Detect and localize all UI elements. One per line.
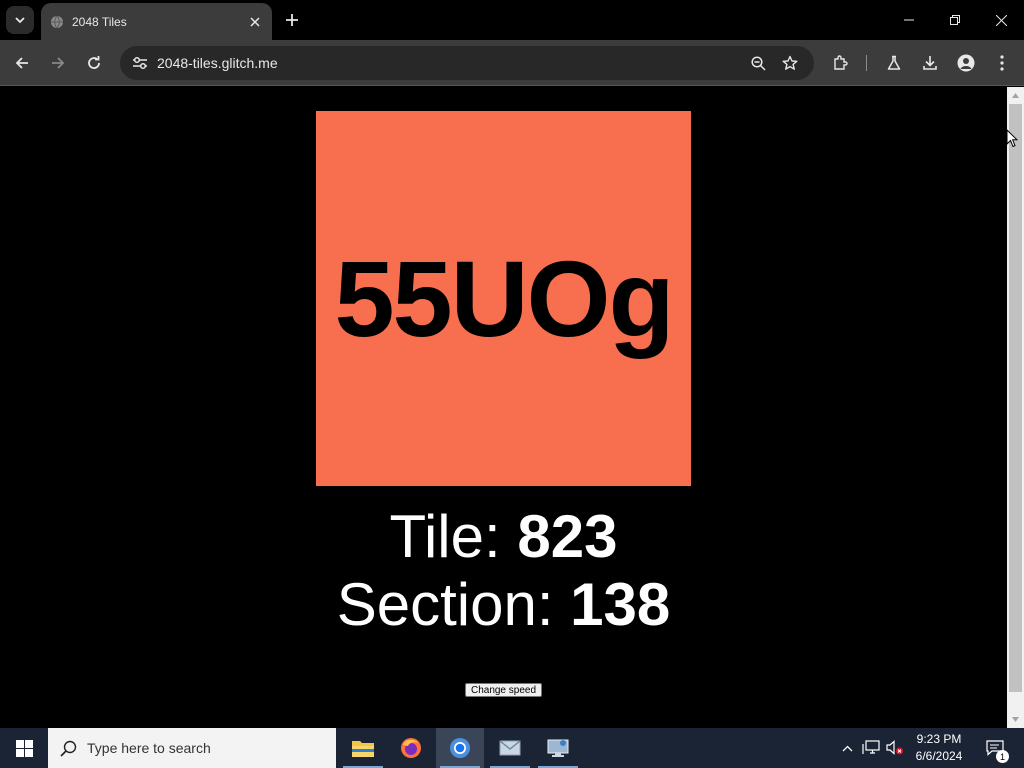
more-vertical-icon	[1000, 55, 1004, 71]
clock-time: 9:23 PM	[916, 732, 962, 746]
reload-icon	[88, 56, 100, 69]
triangle-up-icon	[1012, 93, 1019, 98]
volume-button[interactable]	[884, 728, 906, 768]
tab-strip: 2048 Tiles	[0, 0, 1024, 40]
site-info-button[interactable]	[126, 49, 154, 77]
restore-button[interactable]	[932, 0, 978, 40]
star-icon	[782, 55, 798, 70]
new-tab-button[interactable]	[280, 8, 304, 32]
download-icon	[923, 56, 937, 70]
globe-icon	[50, 15, 64, 29]
profile-button[interactable]	[952, 49, 980, 77]
tile: 55UOg	[316, 111, 691, 486]
close-tab-button[interactable]	[246, 13, 264, 31]
tab-title: 2048 Tiles	[72, 14, 127, 29]
section-info: Section: 138	[0, 575, 1007, 635]
mail-icon	[499, 740, 521, 756]
vertical-scrollbar[interactable]	[1007, 87, 1024, 728]
arrow-left-icon	[15, 57, 28, 69]
close-icon	[995, 14, 1007, 26]
speaker-muted-icon	[886, 740, 903, 755]
mail-app-button[interactable]	[486, 728, 534, 768]
browser-toolbar: 2048-tiles.glitch.me	[0, 40, 1024, 86]
flask-icon	[887, 55, 901, 70]
extensions-button[interactable]	[826, 49, 854, 77]
address-bar[interactable]: 2048-tiles.glitch.me	[120, 46, 814, 80]
reload-button[interactable]	[80, 49, 108, 77]
windows-icon	[15, 739, 33, 757]
change-speed-button[interactable]: Change speed	[465, 683, 542, 697]
tile-label: Tile:	[389, 503, 501, 570]
close-icon	[250, 16, 260, 27]
scroll-down-button[interactable]	[1007, 711, 1024, 728]
taskbar-search[interactable]: Type here to search	[48, 728, 336, 768]
section-label: Section:	[336, 571, 554, 638]
search-icon	[60, 740, 77, 757]
downloads-button[interactable]	[916, 49, 944, 77]
chevron-up-icon	[842, 745, 852, 751]
minimize-button[interactable]	[886, 0, 932, 40]
puzzle-icon	[834, 55, 848, 70]
bookmark-button[interactable]	[776, 49, 804, 77]
firefox-icon	[401, 738, 421, 758]
labs-button[interactable]	[880, 49, 908, 77]
page-content: 55UOg Tile: 823 Section: 138 Change spee…	[0, 87, 1007, 728]
zoom-out-icon	[750, 55, 766, 71]
tile-text: 55UOg	[334, 237, 674, 359]
taskbar: Type here to search 9:23 PM 6/6/2024 1	[0, 728, 1024, 768]
back-button[interactable]	[8, 49, 36, 77]
notifications-button[interactable]: 1	[980, 728, 1010, 768]
tile-number: 823	[517, 503, 618, 570]
remote-desktop-button[interactable]	[534, 728, 582, 768]
minimize-icon	[904, 19, 914, 21]
avatar-icon	[957, 54, 975, 72]
chrome-button[interactable]	[436, 728, 484, 768]
toolbar-divider	[866, 55, 867, 71]
chevron-down-icon	[15, 17, 25, 24]
tab-search-button[interactable]	[6, 6, 34, 34]
clock-date: 6/6/2024	[915, 749, 963, 763]
scroll-up-button[interactable]	[1007, 87, 1024, 104]
tile-info: Tile: 823	[0, 507, 1007, 567]
active-tab[interactable]: 2048 Tiles	[41, 3, 272, 40]
start-button[interactable]	[0, 728, 48, 768]
url-text: 2048-tiles.glitch.me	[157, 55, 278, 71]
monitor-icon	[547, 739, 569, 757]
section-number: 138	[570, 571, 671, 638]
mouse-cursor-icon	[1006, 129, 1018, 148]
file-explorer-button[interactable]	[339, 728, 387, 768]
close-window-button[interactable]	[978, 0, 1024, 40]
scroll-thumb[interactable]	[1009, 104, 1022, 692]
zoom-button[interactable]	[744, 49, 772, 77]
tune-icon	[133, 56, 147, 70]
clock[interactable]: 9:23 PM 6/6/2024	[906, 731, 972, 765]
network-button[interactable]	[860, 728, 882, 768]
folder-icon	[352, 741, 374, 757]
network-icon	[862, 740, 880, 754]
notification-badge: 1	[996, 750, 1009, 763]
search-placeholder: Type here to search	[87, 740, 211, 756]
menu-button[interactable]	[988, 49, 1016, 77]
show-hidden-icons-button[interactable]	[838, 728, 856, 768]
chrome-icon	[450, 738, 470, 758]
plus-icon	[286, 14, 298, 26]
restore-icon	[950, 15, 960, 25]
forward-button[interactable]	[44, 49, 72, 77]
triangle-down-icon	[1012, 717, 1019, 722]
firefox-button[interactable]	[387, 728, 435, 768]
arrow-right-icon	[52, 57, 65, 69]
